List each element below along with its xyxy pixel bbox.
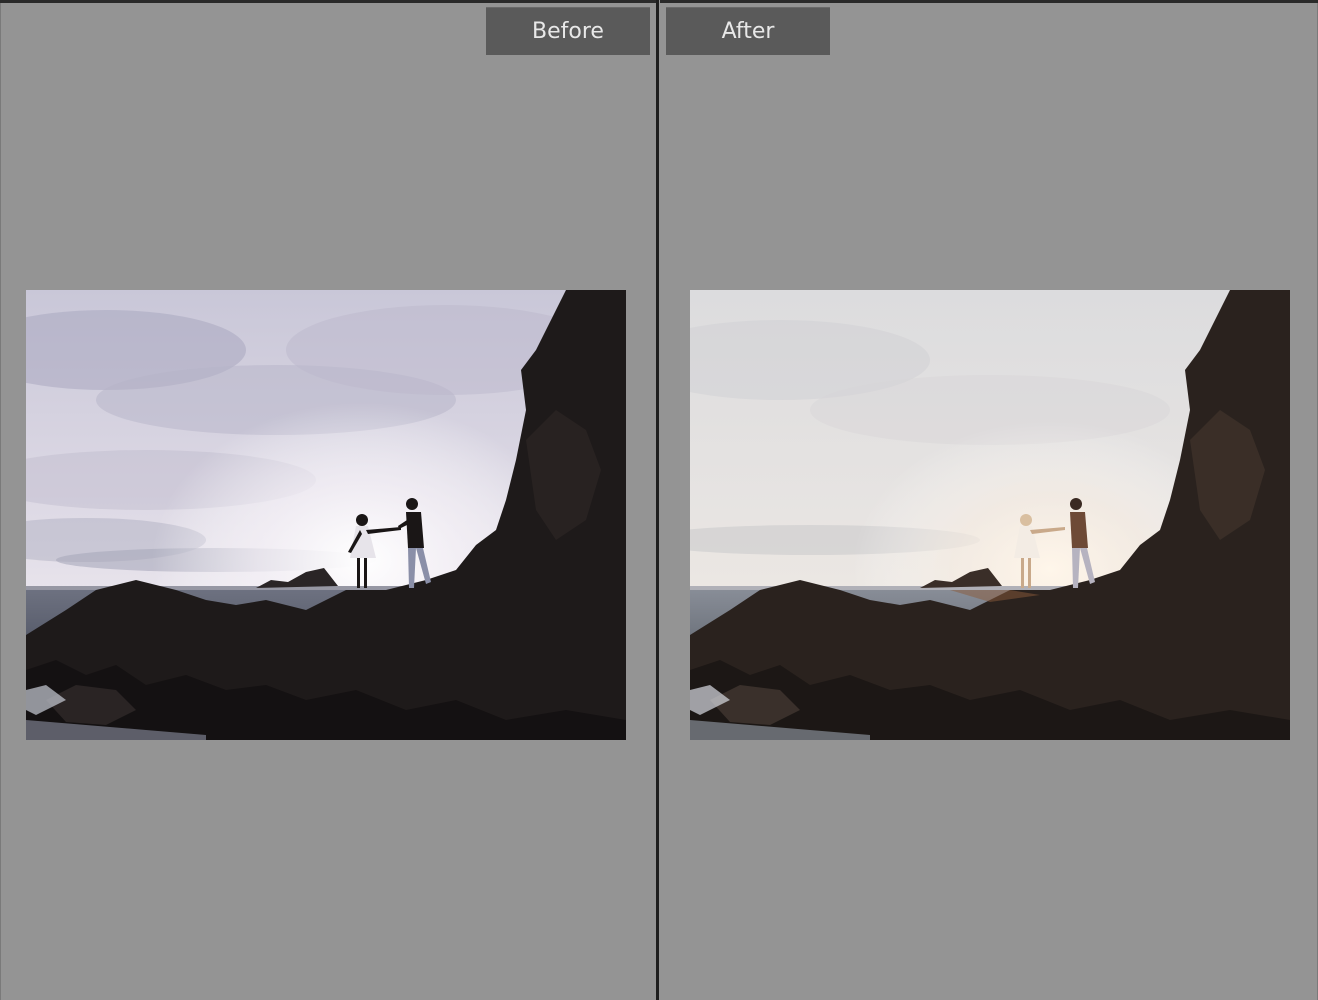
before-after-compare-view: Before After [0,0,1318,1000]
before-label: Before [486,7,650,55]
pane-divider[interactable] [656,0,660,1000]
after-label: After [666,7,830,55]
after-photo[interactable] [690,290,1290,740]
before-photo[interactable] [26,290,626,740]
